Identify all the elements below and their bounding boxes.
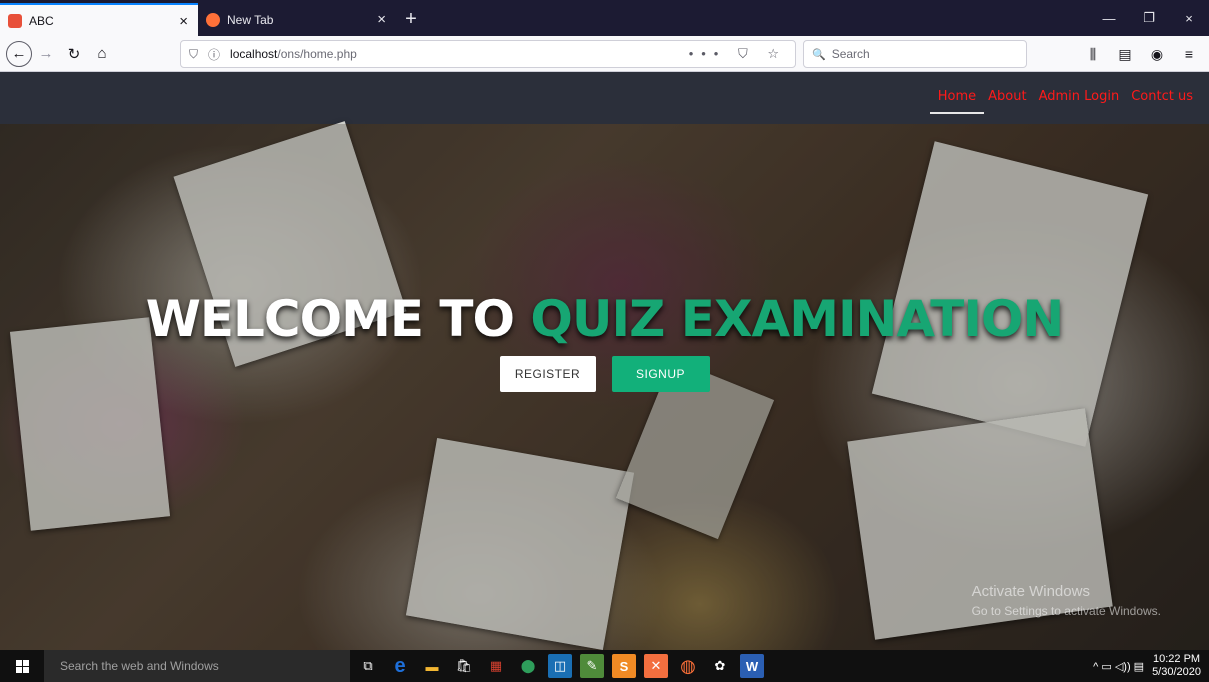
info-icon[interactable]: ⓘ — [208, 46, 220, 63]
tray-icons[interactable]: ^ ▭ ◁)) ▤ — [1093, 660, 1144, 673]
store-icon[interactable]: 🛍 — [452, 654, 476, 678]
new-tab-button[interactable]: + — [396, 3, 426, 36]
colorful-app-icon[interactable]: ▦ — [484, 654, 508, 678]
notepad-icon[interactable]: ✎ — [580, 654, 604, 678]
window-controls: — ❐ × — [1089, 0, 1209, 36]
clock-date: 5/30/2020 — [1152, 666, 1201, 678]
sublime-icon[interactable]: S — [612, 654, 636, 678]
blue-app-icon[interactable]: ◫ — [548, 654, 572, 678]
site-nav: Home About Admin Login Contct us — [929, 89, 1193, 114]
library-icon[interactable]: ⫼ — [1079, 40, 1107, 68]
xampp-icon[interactable]: ✕ — [644, 654, 668, 678]
maps-icon[interactable]: ⬤ — [516, 654, 540, 678]
signup-button[interactable]: SIGNUP — [611, 356, 710, 392]
tab-abc[interactable]: ABC × — [0, 3, 198, 36]
firefox-favicon-icon — [206, 12, 220, 27]
close-window-icon[interactable]: × — [1169, 0, 1209, 36]
menu-icon[interactable]: ≡ — [1175, 40, 1203, 68]
watermark-line1: Activate Windows — [971, 583, 1090, 600]
url-path: /ons/home.php — [277, 47, 357, 61]
url-bar[interactable]: ⛉ ⓘ localhost/ons/home.php ••• ⛉ ☆ — [180, 40, 796, 68]
shield-icon[interactable]: ⛉ — [189, 47, 198, 62]
hero-title: WELCOME TO QUIZ EXAMINATION — [0, 290, 1209, 348]
taskbar-search-input[interactable]: Search the web and Windows — [44, 650, 350, 682]
activate-windows-watermark: Activate Windows Go to Settings to activ… — [972, 583, 1161, 618]
edge-icon[interactable]: e — [388, 654, 412, 678]
search-placeholder: Search — [831, 47, 870, 61]
hero-title-part1: WELCOME TO — [145, 290, 531, 348]
register-button[interactable]: REGISTER — [499, 356, 596, 392]
file-explorer-icon[interactable]: ▬ — [420, 654, 444, 678]
xampp-favicon-icon — [8, 13, 22, 28]
clock[interactable]: 10:22 PM 5/30/2020 — [1152, 653, 1201, 679]
page-actions-icon[interactable]: ••• ⛉ ☆ — [689, 46, 787, 62]
task-view-icon[interactable]: ⧉ — [356, 654, 380, 678]
url-host: localhost — [230, 47, 278, 61]
firefox-icon[interactable]: ◍ — [676, 654, 700, 678]
restore-icon[interactable]: ❐ — [1129, 0, 1169, 36]
hero-title-part2: QUIZ EXAMINATION — [530, 290, 1064, 348]
windows-logo-icon — [15, 659, 29, 673]
tab-new-tab[interactable]: New Tab × — [198, 3, 396, 36]
search-input[interactable]: 🔍 Search — [803, 40, 1027, 68]
clock-time: 10:22 PM — [1152, 653, 1201, 665]
word-icon[interactable]: W — [740, 654, 764, 678]
windows-taskbar: Search the web and Windows ⧉ e ▬ 🛍 ▦ ⬤ ◫… — [0, 650, 1209, 682]
tab-title: ABC — [29, 13, 54, 28]
tab-title: New Tab — [227, 12, 274, 27]
web-page: Home About Admin Login Contct us WELCOME… — [0, 72, 1209, 650]
nav-contact-link[interactable]: Contct us — [1131, 89, 1193, 114]
hero-section: WELCOME TO QUIZ EXAMINATION REGISTER SIG… — [0, 121, 1209, 650]
paint-icon[interactable]: ✿ — [708, 654, 732, 678]
toolbar-icons: ⫼ ▤ ◉ ≡ — [1079, 40, 1203, 68]
search-icon: 🔍 — [812, 48, 826, 61]
nav-admin-login-link[interactable]: Admin Login — [1039, 89, 1120, 114]
nav-home-link[interactable]: Home — [929, 89, 985, 114]
start-button[interactable] — [0, 650, 44, 682]
close-tab-icon[interactable]: × — [377, 11, 386, 28]
back-icon[interactable]: ← — [6, 40, 32, 67]
minimize-icon[interactable]: — — [1089, 0, 1129, 36]
taskbar-apps: ⧉ e ▬ 🛍 ▦ ⬤ ◫ ✎ S ✕ ◍ ✿ W — [356, 650, 764, 682]
close-tab-icon[interactable]: × — [179, 13, 188, 30]
forward-icon[interactable]: → — [32, 40, 60, 68]
browser-tab-bar: ABC × New Tab × + — ❐ × — [0, 0, 1209, 36]
reload-icon[interactable]: ↻ — [60, 40, 88, 68]
home-icon[interactable]: ⌂ — [88, 40, 116, 68]
hero-buttons: REGISTER SIGNUP — [0, 356, 1209, 392]
account-icon[interactable]: ◉ — [1143, 40, 1171, 68]
nav-about-link[interactable]: About — [988, 89, 1026, 114]
sidebar-icon[interactable]: ▤ — [1111, 40, 1139, 68]
watermark-line2: Go to Settings to activate Windows. — [971, 604, 1161, 618]
browser-toolbar: ← → ↻ ⌂ ⛉ ⓘ localhost/ons/home.php ••• ⛉… — [0, 36, 1209, 72]
site-header: Home About Admin Login Contct us — [0, 72, 1209, 124]
system-tray: ^ ▭ ◁)) ▤ 10:22 PM 5/30/2020 — [1093, 650, 1201, 682]
